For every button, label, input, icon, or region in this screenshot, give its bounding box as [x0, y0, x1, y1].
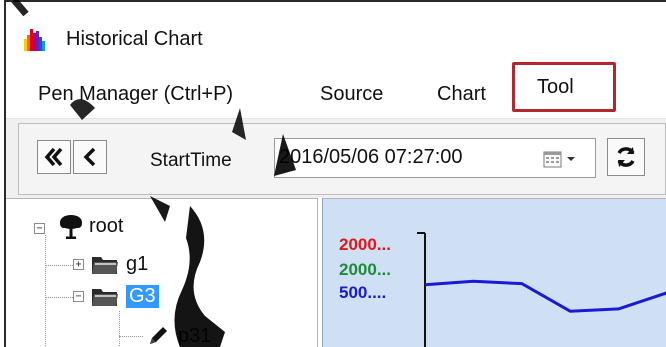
tree-node-p31[interactable]: p31 [146, 321, 211, 347]
historical-chart-window: Historical Chart Pen Manager (Ctrl+P) So… [0, 0, 666, 347]
step-back-icon [83, 147, 96, 167]
tree-label-root: root [89, 214, 124, 237]
start-time-input[interactable]: 2016/05/06 07:27:00 [274, 138, 596, 178]
start-time-value: 2016/05/06 07:27:00 [279, 146, 463, 168]
calendar-dropdown-button[interactable] [543, 149, 587, 169]
tree-connector [119, 311, 120, 347]
chevron-down-icon [567, 157, 575, 161]
folder-icon [92, 257, 118, 274]
tree-label-p31: p31 [178, 324, 212, 347]
menu-pen-manager[interactable]: Pen Manager (Ctrl+P) [38, 78, 233, 110]
start-time-label: StartTime [150, 150, 232, 171]
toolbar-panel: StartTime 2016/05/06 07:27:00 [18, 123, 666, 195]
tree-node-root[interactable]: root [58, 211, 123, 241]
tree-label-g1: g1 [126, 252, 149, 275]
bar-chart-app-icon [24, 29, 46, 51]
window-title: Historical Chart [66, 28, 203, 50]
step-back-button[interactable] [73, 140, 107, 174]
expand-g1-toggle[interactable]: + [73, 259, 84, 270]
folder-open-icon [92, 289, 118, 306]
tree-icon [60, 215, 82, 239]
collapse-root-toggle[interactable]: − [34, 223, 45, 234]
menu-bar: Pen Manager (Ctrl+P) Source Chart Tool [6, 62, 666, 118]
collapse-g3-toggle[interactable]: − [73, 291, 84, 302]
menu-source[interactable]: Source [320, 78, 383, 110]
chart-pane: 2000... 2000... 500.... [322, 198, 666, 347]
chart-plot[interactable] [323, 199, 666, 347]
tree-label-g3: G3 [126, 284, 159, 308]
tree-pane: − root + g1 − G3 p31 [6, 198, 318, 347]
tree-node-g3[interactable]: G3 [90, 281, 159, 311]
menu-tool[interactable]: Tool [512, 62, 616, 112]
pen-icon [150, 327, 167, 344]
refresh-icon [617, 147, 635, 167]
toolbar: StartTime 2016/05/06 07:27:00 [6, 118, 666, 198]
tree-node-g1[interactable]: g1 [90, 249, 148, 279]
rewind-fast-button[interactable] [37, 140, 71, 174]
rewind-fast-icon [44, 147, 63, 167]
menu-chart[interactable]: Chart [437, 78, 486, 110]
title-bar: Historical Chart [6, 2, 666, 68]
tree-connector [45, 235, 46, 347]
series-line [424, 279, 666, 313]
calendar-icon [543, 151, 562, 168]
tree-connector [119, 336, 143, 337]
refresh-button[interactable] [607, 138, 645, 176]
